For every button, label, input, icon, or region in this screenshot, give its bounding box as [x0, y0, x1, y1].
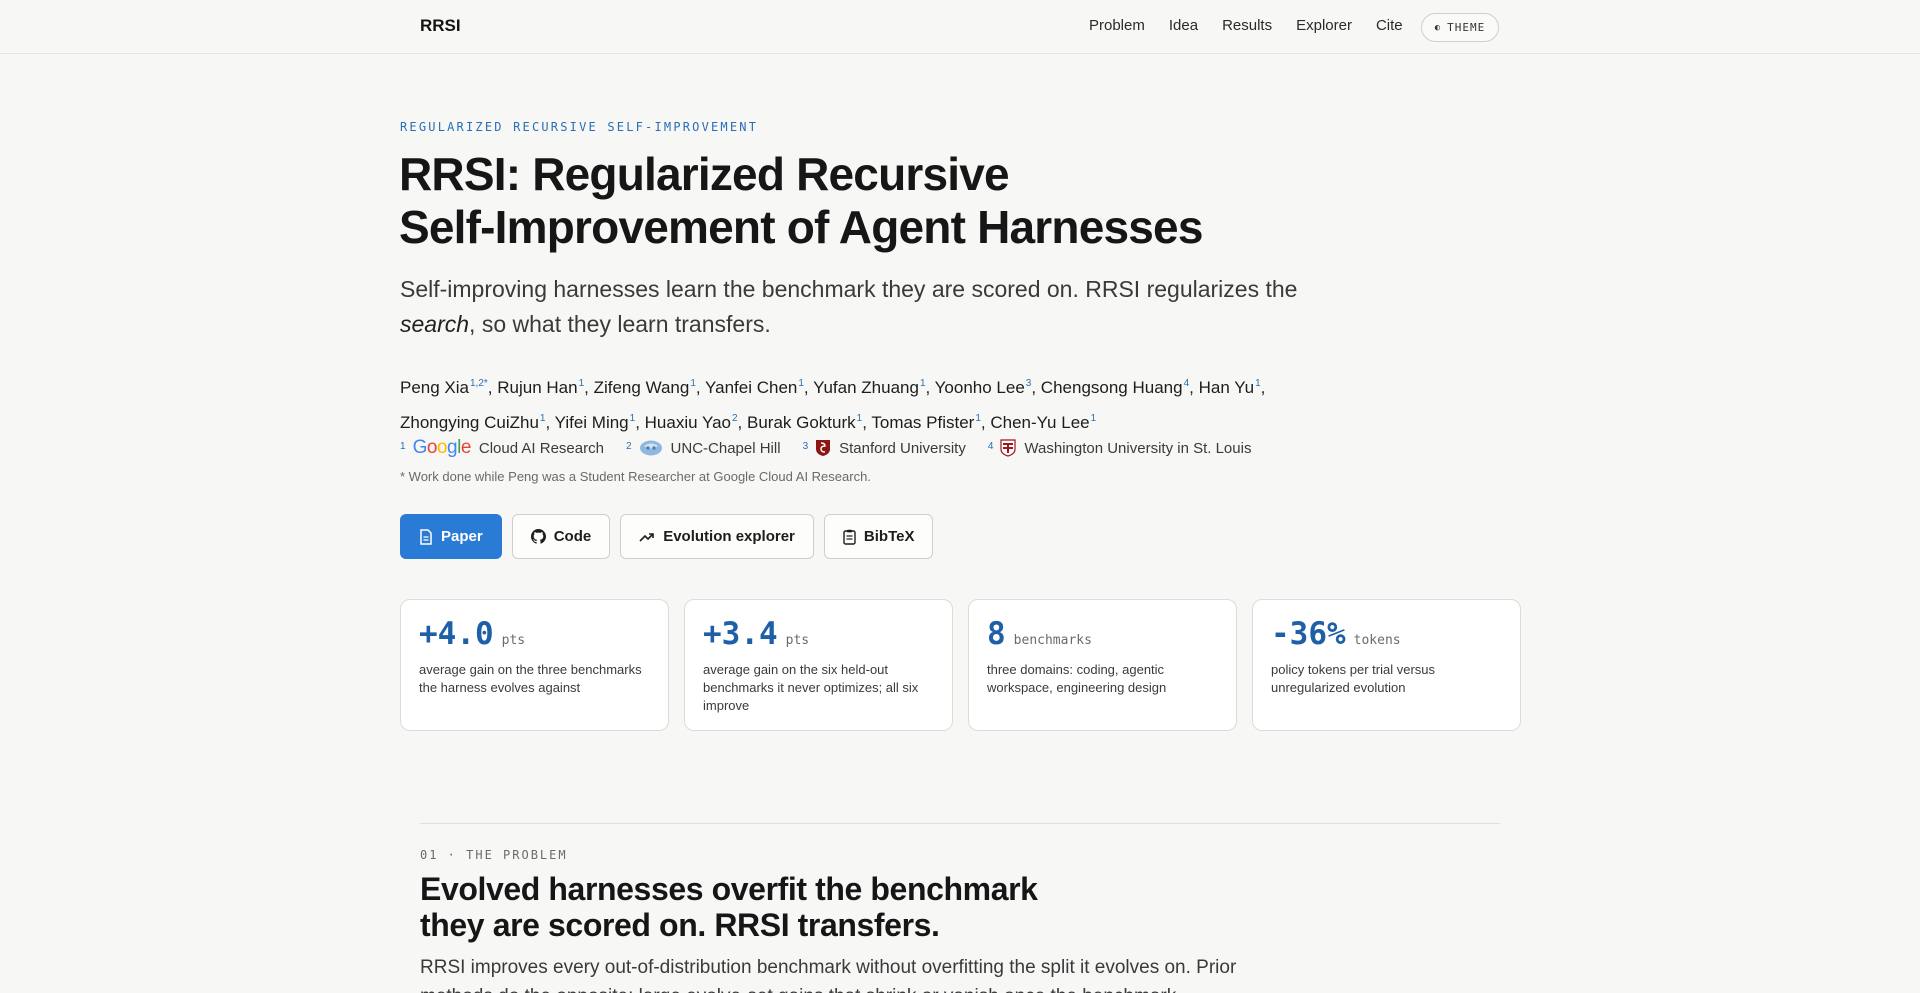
stat-description: average gain on the six held-out benchma… — [703, 662, 919, 713]
bibtex-button[interactable]: BibTeX — [823, 514, 934, 559]
hero-buttons: Paper Code Evolution explorer BibTeX — [400, 514, 934, 559]
stanford-logo-icon — [815, 439, 831, 457]
subtitle-pre: Self-improving harnesses learn the bench… — [400, 276, 1298, 302]
code-button[interactable]: Code — [511, 514, 611, 559]
author[interactable]: Han Yu1 — [1199, 378, 1261, 397]
author[interactable]: Yufan Zhuang1 — [813, 378, 925, 397]
stat-description: three domains: coding, agentic workspace… — [987, 662, 1167, 695]
stat-card: 8 benchmarks three domains: coding, agent… — [968, 599, 1237, 731]
author[interactable]: Chen-Yu Lee1 — [990, 413, 1096, 432]
stat-unit: benchmarks — [1013, 633, 1092, 648]
affiliation-list: 1 Google Cloud AI Research 2 UNC-Chapel … — [400, 437, 1273, 459]
subtitle-emphasis: search — [400, 311, 470, 337]
trending-up-icon — [639, 531, 655, 543]
section-kicker: 01 · THE PROBLEM — [420, 848, 568, 862]
half-circle-icon: ◐ — [1434, 22, 1442, 33]
nav-links: Problem Idea Results Explorer Cite — [1089, 17, 1403, 34]
stat-description: average gain on the three benchmarks the… — [419, 662, 642, 695]
stat-card: +4.0 pts average gain on the three benchm… — [400, 599, 669, 731]
nav-link-results[interactable]: Results — [1222, 17, 1272, 34]
nav-link-cite[interactable]: Cite — [1376, 17, 1403, 34]
theme-toggle-button[interactable]: ◐ THEME — [1421, 13, 1499, 42]
brand-logo[interactable]: RRSI — [420, 16, 461, 36]
author[interactable]: Peng Xia1,2* — [400, 378, 488, 397]
affiliation-google: 1 Google Cloud AI Research — [400, 437, 604, 458]
stat-card: +3.4 pts average gain on the six held-out… — [684, 599, 953, 731]
github-icon — [530, 529, 546, 544]
paper-button[interactable]: Paper — [400, 514, 502, 559]
stats-row: +4.0 pts average gain on the three benchm… — [400, 599, 1521, 731]
theme-label: THEME — [1447, 21, 1486, 34]
author[interactable]: Yanfei Chen1 — [705, 378, 804, 397]
title-line-1: RRSI: Regularized Recursive — [399, 148, 1010, 200]
nav-link-idea[interactable]: Idea — [1169, 17, 1198, 34]
unc-logo-icon — [639, 439, 663, 457]
affiliation-unc: 2 UNC-Chapel Hill — [625, 439, 781, 457]
section-title: Evolved harnesses overfit the benchmark … — [420, 871, 1120, 943]
hero-kicker: REGULARIZED RECURSIVE SELF-IMPROVEMENT — [400, 120, 759, 134]
stat-value: +3.4 — [703, 616, 778, 652]
author-list: Peng Xia1,2*, Rujun Han1, Zifeng Wang1, … — [400, 378, 1266, 432]
affiliation-washu: 4 Washington University in St. Louis — [987, 439, 1252, 457]
google-logo-icon: Google — [412, 437, 472, 458]
author[interactable]: Zhongying CuiZhu1 — [400, 413, 545, 432]
stat-unit: pts — [501, 633, 526, 648]
author[interactable]: Huaxiu Yao2 — [645, 413, 738, 432]
footnote: * Work done while Peng was a Student Res… — [400, 469, 871, 484]
washu-logo-icon — [1000, 439, 1017, 457]
document-icon — [419, 528, 433, 545]
stat-value: +4.0 — [419, 616, 494, 652]
stat-value: 8 — [987, 616, 1006, 652]
stat-value: -36% — [1271, 616, 1346, 652]
author[interactable]: Rujun Han1 — [497, 378, 584, 397]
author[interactable]: Chengsong Huang4 — [1041, 378, 1189, 397]
author[interactable]: Yoonho Lee3 — [935, 378, 1032, 397]
stat-card: -36% tokens policy tokens per trial versu… — [1252, 599, 1521, 731]
affiliation-stanford: 3 Stanford University — [802, 439, 966, 457]
title-line-2: Self-Improvement of Agent Harnesses — [399, 201, 1203, 253]
author[interactable]: Burak Gokturk1 — [747, 413, 862, 432]
hero-subtitle: Self-improving harnesses learn the bench… — [400, 272, 1300, 342]
stat-unit: pts — [785, 633, 810, 648]
section-title-line-1: Evolved harnesses overfit the benchmark — [420, 871, 1038, 907]
section-title-line-2: they are scored on. RRSI transfers. — [420, 907, 940, 943]
clipboard-icon — [843, 529, 856, 545]
author[interactable]: Tomas Pfister1 — [871, 413, 981, 432]
top-nav: RRSI Problem Idea Results Explorer Cite … — [0, 0, 1920, 54]
nav-link-explorer[interactable]: Explorer — [1296, 17, 1352, 34]
author[interactable]: Zifeng Wang1 — [594, 378, 696, 397]
section-body: RRSI improves every out-of-distribution … — [420, 957, 1237, 993]
evolution-explorer-button[interactable]: Evolution explorer — [620, 514, 814, 559]
section-divider — [420, 823, 1500, 824]
stat-unit: tokens — [1353, 633, 1401, 648]
stat-description: policy tokens per trial versus unregular… — [1271, 662, 1436, 695]
subtitle-post: , so what they learn transfers. — [469, 311, 771, 337]
page-title: RRSI: Regularized Recursive Self-Improve… — [399, 148, 1299, 254]
nav-link-problem[interactable]: Problem — [1089, 17, 1145, 34]
author[interactable]: Yifei Ming1 — [555, 413, 636, 432]
